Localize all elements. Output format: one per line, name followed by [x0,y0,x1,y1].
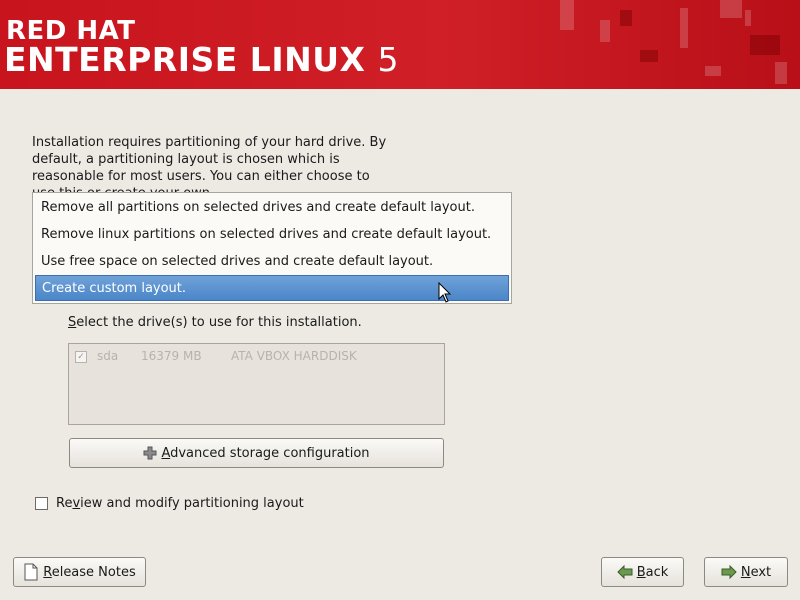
drive-row[interactable]: ✓ sda 16379 MB ATA VBOX HARDDISK [75,349,357,363]
document-icon [24,563,38,581]
add-icon [143,446,157,460]
option-use-free-space[interactable]: Use free space on selected drives and cr… [35,249,509,275]
back-button[interactable]: Back [601,557,684,587]
brand-line-2: ENTERPRISE LINUX 5 [4,40,399,79]
option-remove-all[interactable]: Remove all partitions on selected drives… [35,195,509,221]
drive-select-label: Select the drive(s) to use for this inst… [68,315,362,330]
arrow-left-icon [616,565,633,579]
release-notes-button[interactable]: Release Notes [13,557,146,587]
review-partitioning-option[interactable]: Review and modify partitioning layout [35,496,304,511]
review-checkbox[interactable] [35,497,48,510]
drive-list[interactable]: ✓ sda 16379 MB ATA VBOX HARDDISK [68,343,445,425]
back-label: Back [636,564,669,580]
brand-version: 5 [377,40,399,79]
drive-model: ATA VBOX HARDDISK [231,349,357,363]
drive-size: 16379 MB [141,349,202,363]
intro-text: Installation requires partitioning of yo… [32,135,387,194]
release-notes-label: Release Notes [43,564,136,580]
option-remove-linux[interactable]: Remove linux partitions on selected driv… [35,222,509,248]
drive-checkbox[interactable]: ✓ [75,350,87,363]
review-label: Review and modify partitioning layout [56,496,304,511]
advanced-storage-label: Advanced storage configuration [161,445,370,461]
brand-product: ENTERPRISE LINUX [4,40,366,79]
drive-name: sda [97,349,119,363]
next-button[interactable]: Next [704,557,788,587]
mouse-cursor-icon [438,282,452,303]
next-label: Next [740,564,772,580]
drive-label-text: elect the drive(s) to use for this insta… [76,315,362,330]
arrow-right-icon [721,565,737,579]
advanced-storage-button[interactable]: Advanced storage configuration [69,438,444,468]
header-banner: RED HAT ENTERPRISE LINUX 5 [0,0,800,89]
